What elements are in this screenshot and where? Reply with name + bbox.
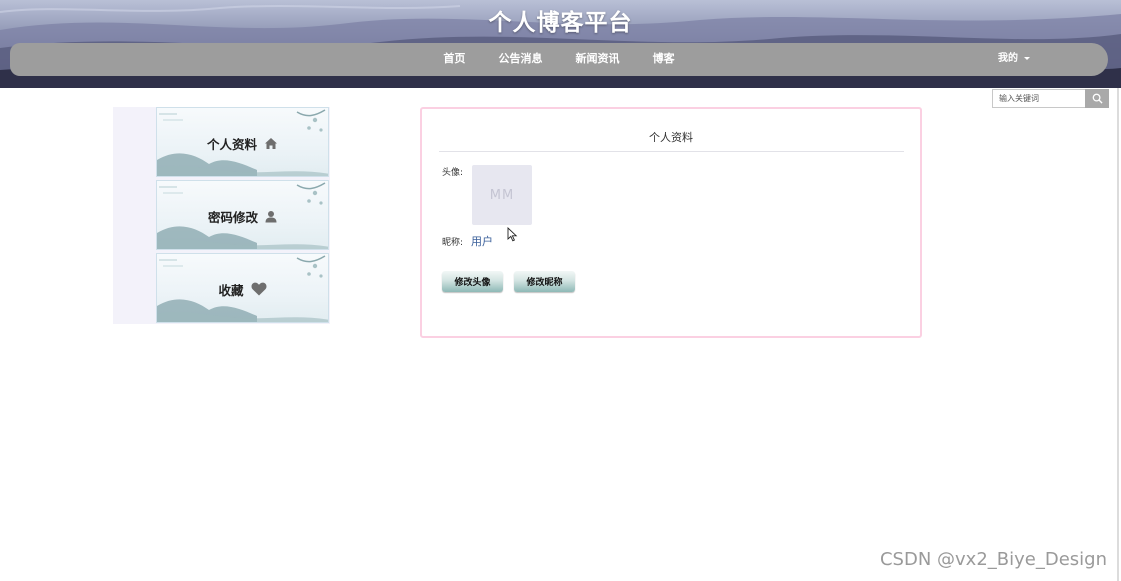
search-bar — [992, 89, 1109, 108]
profile-panel: 个人资料 头像: MM 昵称: 用户 修改头像 修改昵称 — [420, 107, 922, 338]
nav-home[interactable]: 首页 — [443, 43, 465, 74]
page-scrollbar[interactable] — [1117, 88, 1119, 581]
nickname-label: 昵称: — [442, 238, 464, 248]
user-menu-dropdown[interactable]: 我的 — [998, 43, 1030, 74]
change-avatar-button[interactable]: 修改头像 — [442, 271, 503, 292]
sidebar-item-favorites[interactable]: 收藏 — [156, 253, 329, 323]
user-menu-label: 我的 — [998, 53, 1018, 64]
avatar-placeholder: MM — [489, 187, 515, 203]
site-title: 个人博客平台 — [488, 10, 633, 36]
heart-icon — [251, 282, 267, 296]
nav-blog[interactable]: 博客 — [653, 43, 675, 74]
main-navbar: 首页 公告消息 新闻资讯 博客 我的 — [10, 43, 1108, 76]
home-icon — [264, 137, 278, 150]
search-input[interactable] — [992, 89, 1085, 108]
avatar-label: 头像: — [442, 168, 464, 178]
watermark-text: CSDN @vx2_Biye_Design — [879, 549, 1107, 570]
search-button[interactable] — [1085, 89, 1109, 108]
change-nickname-label: 修改昵称 — [526, 278, 563, 288]
sidebar-item-label: 密码修改 — [207, 209, 258, 225]
search-icon — [1092, 93, 1103, 104]
user-center-sidebar: 个人资料 密码修改 收藏 — [113, 107, 330, 324]
sidebar-item-label: 个人资料 — [206, 136, 257, 152]
nav-news[interactable]: 新闻资讯 — [576, 43, 620, 74]
avatar: MM — [472, 165, 532, 225]
user-icon — [265, 210, 277, 223]
caret-down-icon — [1024, 56, 1030, 60]
sidebar-item-label: 收藏 — [218, 282, 244, 298]
change-avatar-label: 修改头像 — [454, 278, 491, 288]
nav-announcements[interactable]: 公告消息 — [498, 43, 542, 74]
nickname-value: 用户 — [471, 235, 493, 248]
divider — [439, 151, 904, 152]
site-header: 个人博客平台 首页 公告消息 新闻资讯 博客 我的 — [0, 0, 1121, 88]
panel-title: 个人资料 — [649, 131, 693, 144]
mouse-pointer-icon — [507, 227, 518, 242]
sidebar-item-change-password[interactable]: 密码修改 — [156, 180, 329, 250]
sidebar-item-profile[interactable]: 个人资料 — [156, 107, 329, 177]
change-nickname-button[interactable]: 修改昵称 — [514, 271, 575, 292]
